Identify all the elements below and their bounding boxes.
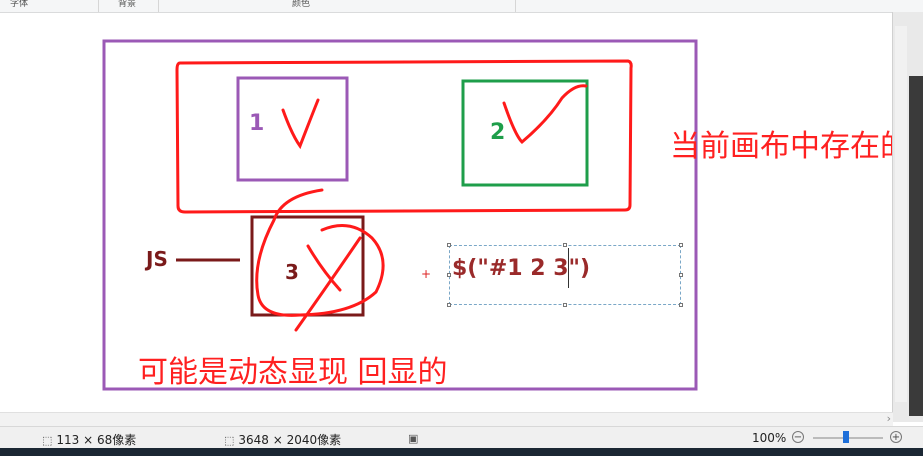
image-size-icon: ⬚ [224, 434, 235, 447]
resize-handle[interactable] [563, 243, 567, 247]
box-2-label: 2 [490, 120, 506, 145]
zoom-in-icon[interactable]: + [890, 431, 902, 443]
image-size: ⬚ 3648 × 2040像素 [224, 431, 341, 448]
resize-handle[interactable] [563, 303, 567, 307]
scroll-right-icon[interactable]: › [887, 412, 891, 425]
resize-handle[interactable] [679, 243, 683, 247]
image-size-text: 3648 × 2040像素 [238, 433, 342, 447]
selector-text[interactable]: $("#1 2 3") [452, 256, 590, 281]
vertical-scrollbar[interactable] [892, 12, 923, 422]
ribbon-divider [98, 0, 99, 12]
box-1-label: 1 [249, 111, 265, 136]
text-caret [568, 248, 569, 288]
resize-handle[interactable] [447, 243, 451, 247]
disk-icon: ▣ [408, 432, 419, 445]
ribbon-bar: 字体 背景 颜色 [0, 0, 923, 13]
horizontal-scrollbar[interactable]: › [0, 412, 893, 427]
outer-purple-frame [102, 39, 698, 391]
js-label: JS [146, 247, 168, 271]
box-3-label: 3 [285, 260, 299, 284]
resize-handle[interactable] [447, 303, 451, 307]
selection-size-text: 113 × 68像素 [56, 433, 137, 447]
zoom-level: 100% [752, 431, 787, 445]
text-box-selection[interactable]: $("#1 2 3") [447, 243, 683, 307]
zoom-out-icon[interactable]: − [792, 431, 804, 443]
status-bar: ⬚ 113 × 68像素 ⬚ 3648 × 2040像素 ▣ 100% − + [0, 426, 923, 449]
ribbon-divider [158, 0, 159, 12]
red-group-outline [175, 59, 633, 214]
resize-handle[interactable] [679, 273, 683, 277]
resize-handle[interactable] [679, 303, 683, 307]
ribbon-group-background[interactable]: 背景 [118, 0, 136, 9]
resize-handle[interactable] [447, 273, 451, 277]
annotation-current-canvas: 当前画布中存在的 [670, 129, 910, 164]
ribbon-group-color[interactable]: 颜色 [292, 0, 310, 9]
scroll-track[interactable] [895, 26, 907, 402]
box-2 [461, 79, 589, 187]
side-panel-edge [909, 76, 923, 416]
x-stroke-1 [306, 244, 342, 292]
selection-icon: ⬚ [42, 434, 53, 447]
check-1 [281, 98, 320, 150]
check-2 [502, 84, 588, 145]
annotation-dynamic-display: 可能是动态显现 回显的 [138, 355, 448, 390]
crosshair-cursor-icon: + [421, 267, 432, 281]
selection-size: ⬚ 113 × 68像素 [42, 431, 136, 448]
ribbon-divider [515, 0, 516, 12]
ribbon-group-font[interactable]: 字体 [10, 0, 28, 9]
taskbar [0, 448, 923, 456]
zoom-slider-thumb[interactable] [843, 431, 849, 443]
